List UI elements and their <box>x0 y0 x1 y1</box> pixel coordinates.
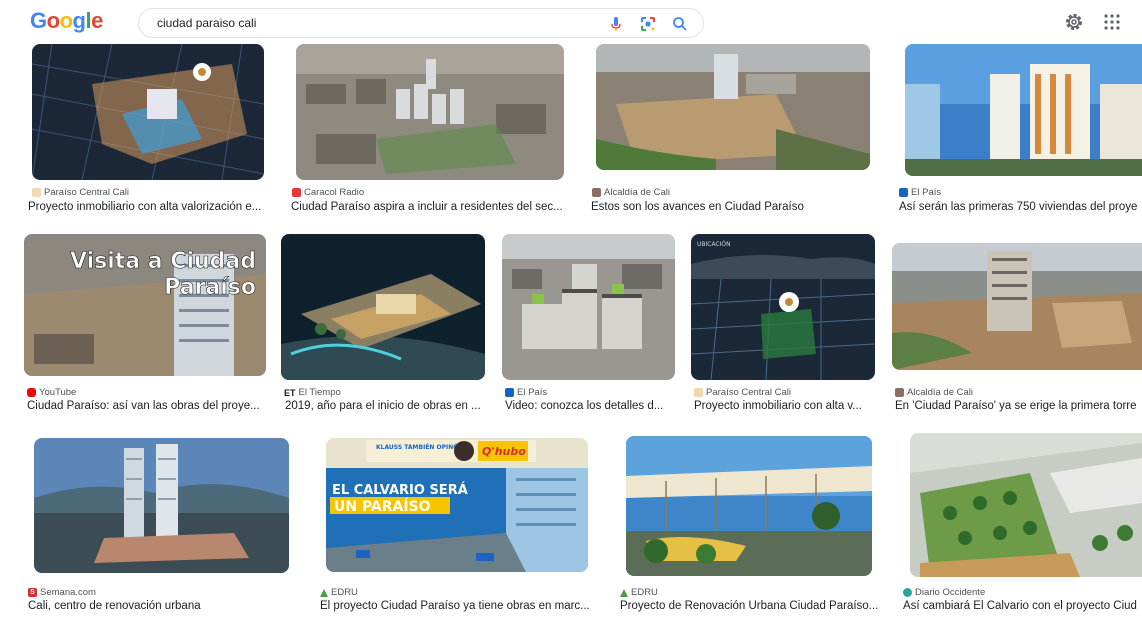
result-title[interactable]: Video: conozca los detalles d... <box>505 400 675 412</box>
result-source: ET El Tiempo <box>284 387 341 398</box>
overlay-text: Paraíso <box>164 275 256 300</box>
source-name: El País <box>517 387 548 398</box>
source-favicon <box>32 188 41 197</box>
search-input[interactable]: ciudad paraiso cali <box>157 16 256 30</box>
google-logo[interactable]: Google <box>30 8 103 34</box>
result-thumbnail[interactable] <box>626 436 872 576</box>
result-thumbnail[interactable] <box>910 433 1142 577</box>
source-name: Paraíso Central Cali <box>706 387 792 398</box>
source-favicon <box>505 388 514 397</box>
source-name: EDRU <box>331 587 358 598</box>
result-title[interactable]: En 'Ciudad Paraíso' ya se erige la prime… <box>895 400 1142 412</box>
source-name: El Tiempo <box>298 387 341 398</box>
source-favicon <box>292 188 301 197</box>
source-name: EDRU <box>631 587 658 598</box>
result-source: EDRU <box>320 587 358 598</box>
edru-icon <box>320 588 328 597</box>
result-title[interactable]: Así serán las primeras 750 viviendas del… <box>899 201 1142 213</box>
result-thumbnail[interactable] <box>34 438 289 573</box>
result-source: El País <box>505 387 547 398</box>
source-name: Alcaldía de Cali <box>604 187 671 198</box>
result-title[interactable]: 2019, año para el inicio de obras en ... <box>285 400 485 412</box>
result-thumbnail[interactable] <box>281 234 485 380</box>
result-thumbnail[interactable] <box>596 44 870 170</box>
source-name: Diario Occidente <box>915 587 986 598</box>
result-thumbnail[interactable] <box>905 44 1142 176</box>
source-name: Caracol Radio <box>304 187 365 198</box>
overlay-text: EL CALVARIO SERÁ <box>332 482 468 498</box>
source-name: Paraíso Central Cali <box>44 187 130 198</box>
result-thumbnail[interactable] <box>502 234 675 380</box>
source-name: YouTube <box>39 387 77 398</box>
result-title[interactable]: El proyecto Ciudad Paraíso ya tiene obra… <box>320 600 598 612</box>
apps-grid-icon[interactable] <box>1103 13 1121 31</box>
youtube-icon <box>27 388 36 397</box>
result-thumbnail[interactable]: Visita a Ciudad Paraíso <box>24 234 266 376</box>
source-favicon <box>592 188 601 197</box>
semana-icon: S <box>28 588 37 597</box>
result-thumbnail[interactable]: UBICACIÓN <box>691 234 875 380</box>
result-title[interactable]: Estos son los avances en Ciudad Paraíso <box>591 201 871 213</box>
result-thumbnail[interactable] <box>32 44 264 180</box>
microphone-icon[interactable] <box>607 15 625 33</box>
overlay-text: Visita a Ciudad <box>70 249 256 274</box>
source-name: El País <box>911 187 942 198</box>
result-thumbnail[interactable] <box>296 44 564 180</box>
gear-icon[interactable] <box>1064 12 1084 32</box>
source-favicon <box>895 388 904 397</box>
source-favicon <box>903 588 912 597</box>
search-box[interactable]: ciudad paraiso cali <box>138 8 704 38</box>
result-source: Alcaldía de Cali <box>592 187 670 198</box>
result-source: Paraíso Central Cali <box>694 387 791 398</box>
result-title[interactable]: Ciudad Paraíso aspira a incluir a reside… <box>291 201 576 213</box>
result-source: S Semana.com <box>28 587 96 598</box>
edru-icon <box>620 588 628 597</box>
result-thumbnail[interactable] <box>892 243 1142 370</box>
result-thumbnail[interactable]: KLAUSS TAMBIÉN OPINÓ Q'hubo EL CALVARIO … <box>326 438 588 572</box>
result-source: Diario Occidente <box>903 587 985 598</box>
overlay-text: KLAUSS TAMBIÉN OPINÓ <box>376 443 458 451</box>
result-source: Alcaldía de Cali <box>895 387 973 398</box>
source-name: Alcaldía de Cali <box>907 387 974 398</box>
search-icon[interactable] <box>671 15 689 33</box>
result-title[interactable]: Proyecto de Renovación Urbana Ciudad Par… <box>620 600 882 612</box>
source-name: Semana.com <box>40 587 96 598</box>
result-title[interactable]: Proyecto inmobiliario con alta v... <box>694 400 876 412</box>
overlay-text: UBICACIÓN <box>697 241 731 248</box>
result-source: Paraíso Central Cali <box>32 187 129 198</box>
result-source: EDRU <box>620 587 658 598</box>
result-title[interactable]: Ciudad Paraíso: así van las obras del pr… <box>27 400 272 412</box>
result-source: El País <box>899 187 941 198</box>
top-bar: Google ciudad paraiso cali <box>0 0 1142 44</box>
source-favicon <box>694 388 703 397</box>
overlay-text: UN PARAÍSO <box>334 498 431 515</box>
result-source: Caracol Radio <box>292 187 364 198</box>
lens-icon[interactable] <box>639 15 657 33</box>
source-favicon <box>899 188 908 197</box>
el-tiempo-icon: ET <box>284 387 296 398</box>
result-title[interactable]: Proyecto inmobiliario con alta valorizac… <box>28 201 268 213</box>
result-title[interactable]: Cali, centro de renovación urbana <box>28 600 293 612</box>
overlay-text: Q'hubo <box>482 445 526 458</box>
result-source: YouTube <box>27 387 76 398</box>
result-title[interactable]: Así cambiará El Calvario con el proyecto… <box>903 600 1142 612</box>
